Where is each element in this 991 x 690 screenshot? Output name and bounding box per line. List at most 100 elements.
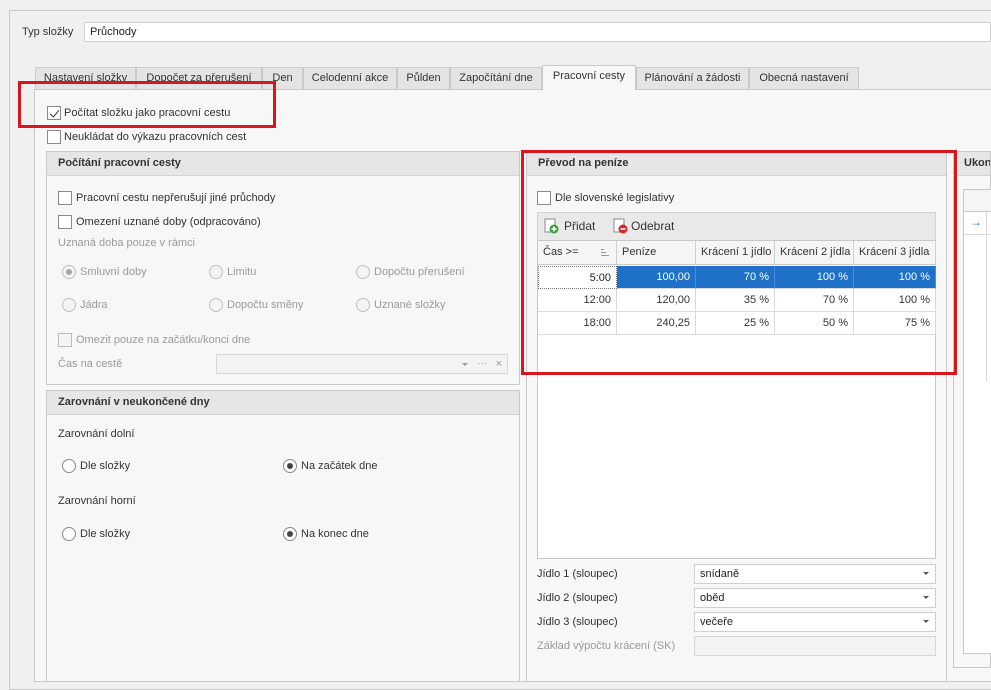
dont-save-label: Neukládat do výkazu pracovních cest xyxy=(64,131,247,143)
radio-dopoctu-smeny[interactable] xyxy=(209,298,223,312)
travel-time-dropdown-icon[interactable] xyxy=(462,363,468,366)
radio-uznane-slozky[interactable] xyxy=(356,298,370,312)
type-label: Typ složky xyxy=(22,26,74,38)
cell-kraceni-3[interactable]: 100 % xyxy=(854,289,936,312)
cell-penize[interactable]: 120,00 xyxy=(617,289,696,312)
cell-cas[interactable]: 5:00 xyxy=(538,266,617,289)
cell-kraceni-1[interactable]: 70 % xyxy=(696,266,775,289)
tab-celodenni-akce[interactable]: Celodenní akce xyxy=(303,67,397,89)
tab-pracovni-cesty[interactable]: Pracovní cesty xyxy=(542,65,636,90)
type-input[interactable]: Průchody xyxy=(84,22,991,42)
limit-time-checkbox[interactable] xyxy=(58,215,72,229)
lower-dle-slozky-label: Dle složky xyxy=(80,460,131,472)
cell-kraceni-3[interactable]: 75 % xyxy=(854,312,936,335)
limit-start-end-label: Omezit pouze na začátku/konci dne xyxy=(76,334,251,346)
add-label: Přidat xyxy=(564,219,596,233)
travel-time-combo[interactable]: ··· × xyxy=(216,354,508,374)
limit-start-end-checkbox[interactable] xyxy=(58,333,72,347)
cell-kraceni-2[interactable]: 50 % xyxy=(775,312,854,335)
remove-label: Odebrat xyxy=(631,219,675,233)
tab-obecna-nastaveni[interactable]: Obecná nastavení xyxy=(749,67,859,89)
upper-dle-slozky-radio[interactable] xyxy=(62,527,76,541)
right-group-title: Ukon xyxy=(954,152,990,176)
tab-nastaveni-slozky[interactable]: Nastavení složky xyxy=(35,67,136,89)
remove-icon xyxy=(613,218,628,234)
upper-dle-slozky-label: Dle složky xyxy=(80,528,131,540)
tab-den[interactable]: Den xyxy=(262,67,303,89)
tab-pulden[interactable]: Půlden xyxy=(397,67,450,89)
cell-penize[interactable]: 100,00 xyxy=(617,266,696,289)
right-grid-header xyxy=(964,190,991,212)
col-header-kraceni-1[interactable]: Krácení 1 jídlo xyxy=(696,241,775,265)
rounding-title: Zarovnání v neukončené dny xyxy=(47,391,519,415)
cell-kraceni-2[interactable]: 70 % xyxy=(775,289,854,312)
cell-penize[interactable]: 240,25 xyxy=(617,312,696,335)
cell-cas[interactable]: 18:00 xyxy=(538,312,617,335)
meal2-select[interactable]: oběd xyxy=(694,588,936,608)
chevron-down-icon[interactable] xyxy=(923,572,929,575)
count-as-trip-checkbox[interactable] xyxy=(47,106,61,120)
travel-time-ellipsis-icon[interactable]: ··· xyxy=(477,355,487,373)
col-header-cas[interactable]: Čas >= xyxy=(538,241,617,265)
slovak-legislation-checkbox[interactable] xyxy=(537,191,551,205)
radio-jadra[interactable] xyxy=(62,298,76,312)
cell-kraceni-1[interactable]: 25 % xyxy=(696,312,775,335)
money-title: Převod na peníze xyxy=(527,152,946,176)
recognized-within-label: Uznaná doba pouze v rámci xyxy=(58,237,195,249)
radio-dopoctu-smeny-label: Dopočtu směny xyxy=(227,299,304,311)
tab-zapocitani-dne[interactable]: Započítání dne xyxy=(450,67,542,89)
upper-na-konec-label: Na konec dne xyxy=(301,528,369,540)
meal1-select[interactable]: snídaně xyxy=(694,564,936,584)
meal3-select[interactable]: večeře xyxy=(694,612,936,632)
radio-smluvni-doby-label: Smluvní doby xyxy=(80,266,147,278)
cell-kraceni-2[interactable]: 100 % xyxy=(775,266,854,289)
basis-label: Základ výpočtu krácení (SK) xyxy=(537,640,676,652)
upper-na-konec-radio[interactable] xyxy=(283,527,297,541)
col-header-cas-label: Čas >= xyxy=(543,246,579,258)
sort-icon xyxy=(601,249,609,256)
meal1-value: snídaně xyxy=(700,568,740,580)
not-interrupted-label: Pracovní cestu nepřerušují jiné průchody xyxy=(76,192,276,204)
meal1-label: Jídlo 1 (sloupec) xyxy=(537,568,618,580)
radio-smluvni-doby[interactable] xyxy=(62,265,76,279)
slovak-legislation-label: Dle slovenské legislativy xyxy=(555,192,675,204)
limit-time-label: Omezení uznané doby (odpracováno) xyxy=(76,216,261,228)
cell-kraceni-3[interactable]: 100 % xyxy=(854,266,936,289)
lower-na-zacatek-label: Na začátek dne xyxy=(301,460,378,472)
chevron-down-icon[interactable] xyxy=(923,596,929,599)
lower-na-zacatek-radio[interactable] xyxy=(283,459,297,473)
meal2-value: oběd xyxy=(700,592,725,604)
lower-rounding-label: Zarovnání dolní xyxy=(58,428,135,440)
col-header-kraceni-3[interactable]: Krácení 3 jídla xyxy=(854,241,936,265)
col-header-kraceni-2[interactable]: Krácení 2 jídla xyxy=(775,241,854,265)
cell-cas[interactable]: 12:00 xyxy=(538,289,617,312)
chevron-down-icon[interactable] xyxy=(923,620,929,623)
money-grid: Čas >= Peníze Krácení 1 jídlo Krácení 2 … xyxy=(537,240,936,559)
money-toolbar xyxy=(537,212,936,240)
meal2-label: Jídlo 2 (sloupec) xyxy=(537,592,618,604)
upper-rounding-label: Zarovnání horní xyxy=(58,495,136,507)
basis-input[interactable] xyxy=(694,636,936,656)
meal3-value: večeře xyxy=(700,616,734,628)
right-grid: → xyxy=(963,189,991,654)
cell-kraceni-1[interactable]: 35 % xyxy=(696,289,775,312)
not-interrupted-checkbox[interactable] xyxy=(58,191,72,205)
trip-calc-title: Počítání pracovní cesty xyxy=(47,152,519,176)
right-grid-divider xyxy=(986,212,987,382)
radio-limitu-label: Limitu xyxy=(227,266,257,278)
radio-limitu[interactable] xyxy=(209,265,223,279)
row-indicator-arrow-icon: → xyxy=(970,215,982,229)
dont-save-checkbox[interactable] xyxy=(47,130,61,144)
tab-planovani-a-zadosti[interactable]: Plánování a žádosti xyxy=(636,67,749,89)
tab-dopocet-za-preruseni[interactable]: Dopočet za přerušení xyxy=(136,67,262,89)
radio-dopoctu-preruseni[interactable] xyxy=(356,265,370,279)
col-header-penize[interactable]: Peníze xyxy=(617,241,696,265)
radio-dopoctu-preruseni-label: Dopočtu přerušení xyxy=(374,266,465,278)
lower-dle-slozky-radio[interactable] xyxy=(62,459,76,473)
travel-time-label: Čas na cestě xyxy=(58,358,123,370)
radio-uznane-slozky-label: Uznané složky xyxy=(374,299,446,311)
travel-time-clear-icon[interactable]: × xyxy=(496,355,502,373)
meal3-label: Jídlo 3 (sloupec) xyxy=(537,616,618,628)
add-icon xyxy=(544,218,559,234)
radio-jadra-label: Jádra xyxy=(80,299,108,311)
